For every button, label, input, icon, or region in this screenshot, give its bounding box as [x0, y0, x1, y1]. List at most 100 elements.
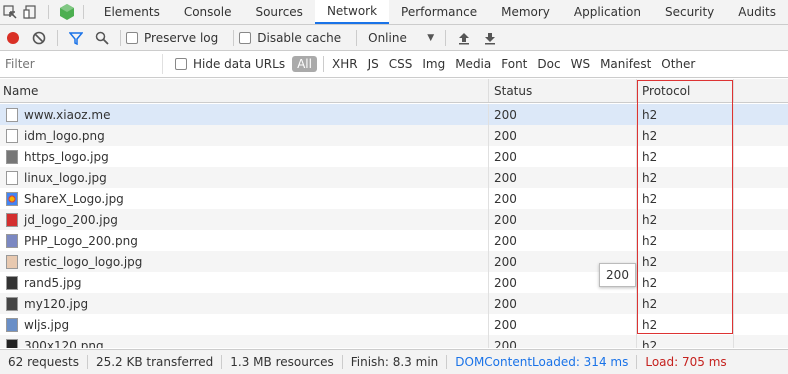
request-name: linux_logo.jpg	[24, 170, 107, 185]
type-filter-ws[interactable]: WS	[566, 57, 595, 71]
request-name: rand5.jpg	[24, 275, 82, 290]
table-row[interactable]: idm_logo.png 200 h2	[0, 125, 788, 146]
image-file-icon	[6, 170, 18, 185]
table-row[interactable]: restic_logo_logo.jpg 200 h2	[0, 251, 788, 272]
request-name: wljs.jpg	[24, 317, 70, 332]
type-filter-img[interactable]: Img	[417, 57, 450, 71]
table-row[interactable]: ShareX_Logo.jpg 200 h2	[0, 188, 788, 209]
cell-protocol: h2	[637, 230, 734, 251]
type-filter-xhr[interactable]: XHR	[327, 57, 363, 71]
upload-icon	[459, 32, 470, 44]
tab-security[interactable]: Security	[653, 0, 726, 24]
load-time: Load: 705 ms	[645, 355, 727, 369]
document-file-icon	[6, 107, 18, 122]
request-name: restic_logo_logo.jpg	[24, 254, 143, 269]
type-filter-other[interactable]: Other	[656, 57, 700, 71]
table-row[interactable]: https_logo.jpg 200 h2	[0, 146, 788, 167]
dom-content-loaded-time: DOMContentLoaded: 314 ms	[447, 355, 638, 369]
cell-name: www.xiaoz.me	[0, 104, 489, 125]
disable-cache-checkbox[interactable]: Disable cache	[239, 31, 341, 45]
cell-protocol: h2	[637, 188, 734, 209]
checkbox-box[interactable]	[239, 31, 252, 44]
cell-protocol: h2	[637, 293, 734, 314]
type-filter-doc[interactable]: Doc	[532, 57, 565, 71]
column-header-name[interactable]: Name	[0, 79, 489, 102]
resources-size: 1.3 MB resources	[222, 355, 343, 369]
network-summary-bar: 62 requests 25.2 KB transferred 1.3 MB r…	[0, 349, 788, 374]
column-header-status[interactable]: Status	[489, 79, 637, 102]
clear-button[interactable]	[26, 25, 52, 51]
cell-protocol: h2	[637, 251, 734, 272]
cell-name: idm_logo.png	[0, 125, 489, 146]
export-har-button[interactable]	[477, 25, 503, 51]
request-name: https_logo.jpg	[24, 149, 109, 164]
cell-status: 200	[489, 167, 637, 188]
cell-protocol: h2	[637, 272, 734, 293]
filter-toggle-button[interactable]	[63, 25, 89, 51]
inspect-element-icon[interactable]	[0, 0, 21, 24]
preserve-log-checkbox[interactable]: Preserve log	[126, 31, 218, 45]
tab-performance[interactable]: Performance	[389, 0, 489, 24]
type-filter-font[interactable]: Font	[496, 57, 532, 71]
cell-name: ShareX_Logo.jpg	[0, 188, 489, 209]
cell-protocol: h2	[637, 125, 734, 146]
table-row[interactable]: jd_logo_200.jpg 200 h2	[0, 209, 788, 230]
table-row[interactable]: www.xiaoz.me 200 h2	[0, 104, 788, 125]
table-row[interactable]: wljs.jpg 200 h2	[0, 314, 788, 335]
table-row[interactable]: linux_logo.jpg 200 h2	[0, 167, 788, 188]
transferred-size: 25.2 KB transferred	[88, 355, 223, 369]
record-button[interactable]	[0, 25, 26, 51]
filter-input[interactable]	[0, 54, 163, 74]
tab-application[interactable]: Application	[562, 0, 653, 24]
throttling-select[interactable]: Online ▼	[362, 31, 440, 45]
cell-protocol: h2	[637, 209, 734, 230]
type-filter-js[interactable]: JS	[363, 57, 384, 71]
extension-cube-icon[interactable]	[56, 0, 77, 24]
request-count: 62 requests	[0, 355, 88, 369]
toolbar-divider	[120, 29, 121, 46]
type-filter-css[interactable]: CSS	[384, 57, 418, 71]
toolbar-divider	[322, 56, 324, 72]
toolbar-divider	[233, 29, 235, 46]
tab-elements[interactable]: Elements	[92, 0, 172, 24]
table-row[interactable]: 300x120.png 200 h2	[0, 335, 788, 348]
cell-protocol: h2	[637, 314, 734, 335]
cell-name: linux_logo.jpg	[0, 167, 489, 188]
tab-console[interactable]: Console	[172, 0, 244, 24]
tab-audits[interactable]: Audits	[726, 0, 788, 24]
network-toolbar: Preserve log Disable cache Online ▼	[0, 25, 788, 51]
checkbox-box[interactable]	[175, 58, 187, 70]
cell-name: restic_logo_logo.jpg	[0, 251, 489, 272]
hide-data-urls-checkbox[interactable]: Hide data URLs	[175, 57, 285, 71]
checkbox-box[interactable]	[126, 31, 138, 44]
import-har-button[interactable]	[451, 25, 477, 51]
cell-name: wljs.jpg	[0, 314, 489, 335]
tab-sources[interactable]: Sources	[243, 0, 314, 24]
column-header-filler	[734, 79, 788, 102]
search-button[interactable]	[89, 25, 115, 51]
table-row[interactable]: rand5.jpg 200 h2	[0, 272, 788, 293]
clear-icon	[32, 31, 46, 44]
cell-protocol: h2	[637, 335, 734, 348]
image-file-icon	[6, 254, 18, 269]
request-name: PHP_Logo_200.png	[24, 233, 138, 248]
image-file-icon	[6, 212, 18, 227]
cell-status: 200	[489, 125, 637, 146]
table-row[interactable]: PHP_Logo_200.png 200 h2	[0, 230, 788, 251]
tab-memory[interactable]: Memory	[489, 0, 562, 24]
tab-network[interactable]: Network	[314, 0, 390, 24]
device-toolbar-icon[interactable]	[21, 0, 42, 24]
image-file-icon	[6, 128, 18, 143]
type-filter-manifest[interactable]: Manifest	[595, 57, 656, 71]
type-filter-all[interactable]: All	[292, 56, 317, 72]
network-request-list: www.xiaoz.me 200 h2 idm_logo.png 200 h2 …	[0, 104, 788, 348]
chevron-down-icon: ▼	[427, 32, 435, 43]
cell-name: 300x120.png	[0, 335, 489, 348]
finish-time: Finish: 8.3 min	[343, 355, 448, 369]
table-row[interactable]: my120.jpg 200 h2	[0, 293, 788, 314]
column-header-protocol[interactable]: Protocol	[637, 79, 734, 102]
cell-status: 200	[489, 209, 637, 230]
request-name: idm_logo.png	[24, 128, 105, 143]
type-filter-media[interactable]: Media	[450, 57, 496, 71]
throttling-value: Online	[368, 30, 407, 45]
